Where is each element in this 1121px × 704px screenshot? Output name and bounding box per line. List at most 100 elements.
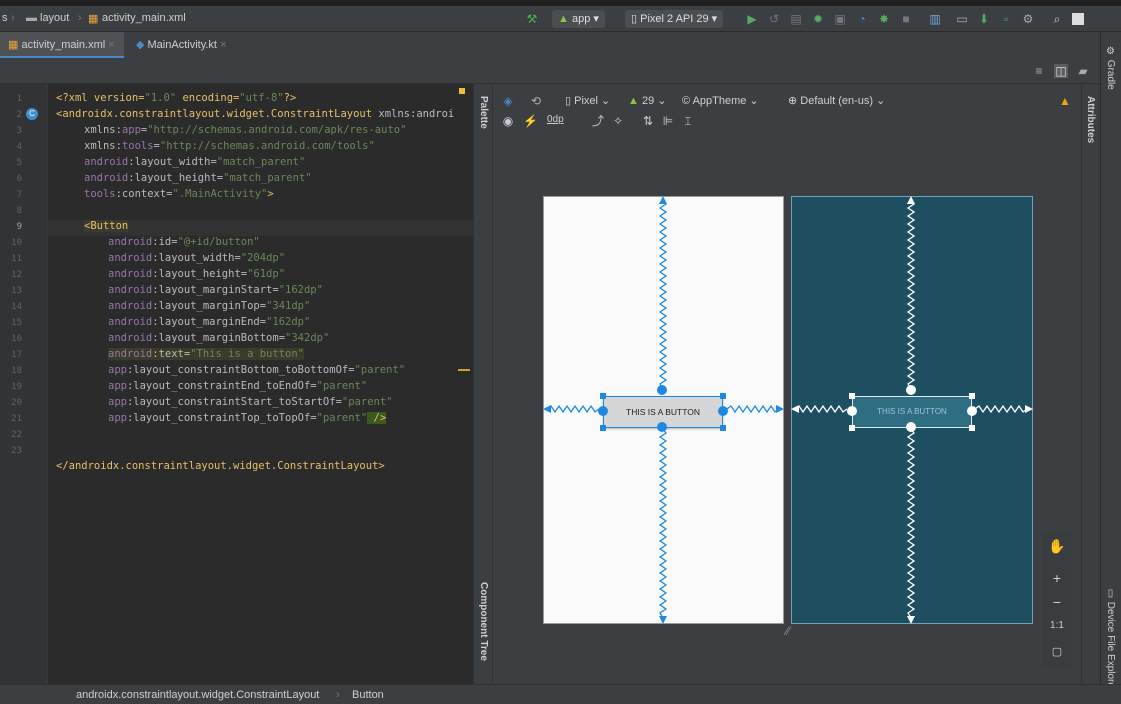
code-line: android:layout_marginTop="341dp" [108,300,311,312]
resize-handle-bottom-left[interactable] [849,425,855,431]
align-icon[interactable]: ⊫ [661,114,675,128]
breadcrumb-root[interactable]: s [2,12,8,24]
stop-icon[interactable]: ■ [899,12,913,26]
palette-tool-button[interactable]: Palette [478,96,489,129]
xml-file-icon: ▦ [88,13,99,25]
account-icon[interactable] [1072,13,1084,25]
view-options-icon[interactable]: ◉ [501,114,515,128]
line-number: 9 [16,222,22,232]
component-tree-tool-button[interactable]: Component Tree [478,582,489,661]
breadcrumb-file[interactable]: activity_main.xml [102,12,186,24]
split-view-icon[interactable]: ◫ [1054,64,1068,78]
debug-icon[interactable]: ✹ [811,12,825,26]
line-number: 3 [16,126,22,136]
xml-code-editor[interactable]: <?xml version="1.0" encoding="utf-8"?> <… [48,84,473,684]
pan-hand-icon[interactable]: ✋ [1044,534,1070,558]
default-margin-button[interactable]: 0dp [547,114,564,125]
status-breadcrumb-parent[interactable]: androidx.constraintlayout.widget.Constra… [76,689,319,701]
tab-mainactivity-kt[interactable]: ◆ MainActivity.kt × [128,32,238,58]
anchor-top-handle[interactable] [906,385,916,395]
line-number: 12 [11,270,22,280]
attach-debugger-icon[interactable]: ✸ [877,12,891,26]
code-line: android:layout_height="61dp" [108,268,286,280]
tab-activity-main-xml[interactable]: ▦ activity_main.xml × [0,32,124,58]
line-number: 11 [11,254,22,264]
device-icon: ▯ [1105,588,1116,602]
run-icon[interactable]: ▶ [745,12,759,26]
right-tool-strip: ⚙ Gradle ▯ Device File Explorer [1100,32,1121,704]
constraint-arrow [1025,405,1033,413]
resize-handle-bottom-right[interactable] [969,425,975,431]
resize-handle-bottom-right[interactable] [720,425,726,431]
navigation-bar: s › ▬ layout › ▦ activity_main.xml ⚒ ▲ a… [0,6,1121,32]
design-toolbar: ◈ ⟲ ▯ Pixel ⌄ ▲ 29 ⌄ © AppTheme ⌄ ⊕ Defa… [493,84,1081,130]
resize-handle-top-left[interactable] [600,393,606,399]
zoom-actual-size-button[interactable]: 1:1 [1044,614,1070,638]
design-view-icon[interactable]: ▰ [1076,64,1090,78]
apply-changes-icon[interactable]: ↺ [767,12,781,26]
line-number: 13 [11,286,22,296]
avd-manager-icon[interactable]: ▭ [955,12,969,26]
line-number: 8 [16,206,22,216]
layers-icon[interactable]: ◈ [501,94,515,108]
clear-constraints-icon[interactable]: ⤴ [591,114,605,128]
attributes-tool-button[interactable]: Attributes [1085,96,1096,143]
device-selector[interactable]: ▯ Pixel 2 API 29 ▾ [625,10,724,28]
coverage-icon[interactable]: ▣ [833,12,847,26]
code-line: xmlns:tools="http://schemas.android.com/… [84,140,375,152]
line-number: 10 [11,238,22,248]
phone-icon: ▯ [631,13,641,25]
code-line: app:layout_constraintTop_toTopOf="parent… [108,412,387,424]
scroll-marker [458,369,470,371]
resize-handle-top-right[interactable] [969,393,975,399]
infer-constraints-icon[interactable]: ✧ [611,114,625,128]
anchor-start-handle[interactable] [598,406,608,416]
constraint-arrow [791,405,799,413]
pack-icon[interactable]: ⇅ [641,114,655,128]
code-line: android:layout_marginEnd="162dp" [108,316,311,328]
orientation-icon[interactable]: ⟲ [529,94,543,108]
code-view-icon[interactable]: ≡ [1032,64,1046,78]
resize-handle-top-left[interactable] [849,393,855,399]
resize-handle-bottom-left[interactable] [600,425,606,431]
search-icon[interactable]: ⌕ [1050,12,1064,26]
anchor-bottom-handle[interactable] [906,422,916,432]
guidelines-icon[interactable]: ⌶ [681,114,695,128]
close-tab-icon[interactable]: × [220,39,226,51]
folder-icon: ▬ [26,12,37,24]
line-number: 5 [16,158,22,168]
structure-icon[interactable]: ⚙ [1021,12,1035,26]
device-dropdown[interactable]: ▯ Pixel ⌄ [565,94,610,107]
device-file-explorer-button[interactable]: ▯ Device File Explorer [1105,588,1116,691]
locale-dropdown[interactable]: ⊕ Default (en-us) ⌄ [788,94,885,107]
line-number: 22 [11,430,22,440]
inspection-warning-marker[interactable] [459,88,465,94]
resize-handle-top-right[interactable] [720,393,726,399]
anchor-end-handle[interactable] [967,406,977,416]
anchor-top-handle[interactable] [657,385,667,395]
zoom-in-button[interactable]: + [1044,566,1070,590]
breadcrumb-layout[interactable]: layout [40,12,69,24]
apply-code-changes-icon[interactable]: ▤ [789,12,803,26]
status-breadcrumb-child[interactable]: Button [352,689,384,701]
sdk-manager-icon[interactable]: ⬇ [977,12,991,26]
autoconnect-icon[interactable]: ⚡ [523,114,538,128]
profile-icon[interactable]: ◔ [855,12,869,26]
activity-gutter-icon[interactable]: C [26,108,38,120]
anchor-bottom-handle[interactable] [657,422,667,432]
anchor-end-handle[interactable] [718,406,728,416]
resize-corner-icon[interactable]: ⁄⁄ [786,624,790,638]
module-selector[interactable]: ▲ app ▾ [552,10,605,28]
build-hammer-icon[interactable]: ⚒ [525,12,539,26]
zoom-to-fit-icon[interactable]: ▢ [1044,640,1070,664]
anchor-start-handle[interactable] [847,406,857,416]
zoom-out-button[interactable]: − [1044,590,1070,614]
device-manager-icon[interactable]: ▫ [999,12,1013,26]
warning-icon[interactable]: ▲ [1058,94,1072,108]
code-line: android:layout_width="204dp" [108,252,286,264]
theme-dropdown[interactable]: © AppTheme ⌄ [682,94,759,107]
close-tab-icon[interactable]: × [108,39,114,51]
sync-gradle-icon[interactable]: ▥ [928,12,942,26]
api-level-dropdown[interactable]: ▲ 29 ⌄ [628,94,666,107]
gradle-tool-button[interactable]: ⚙ Gradle [1105,46,1116,90]
